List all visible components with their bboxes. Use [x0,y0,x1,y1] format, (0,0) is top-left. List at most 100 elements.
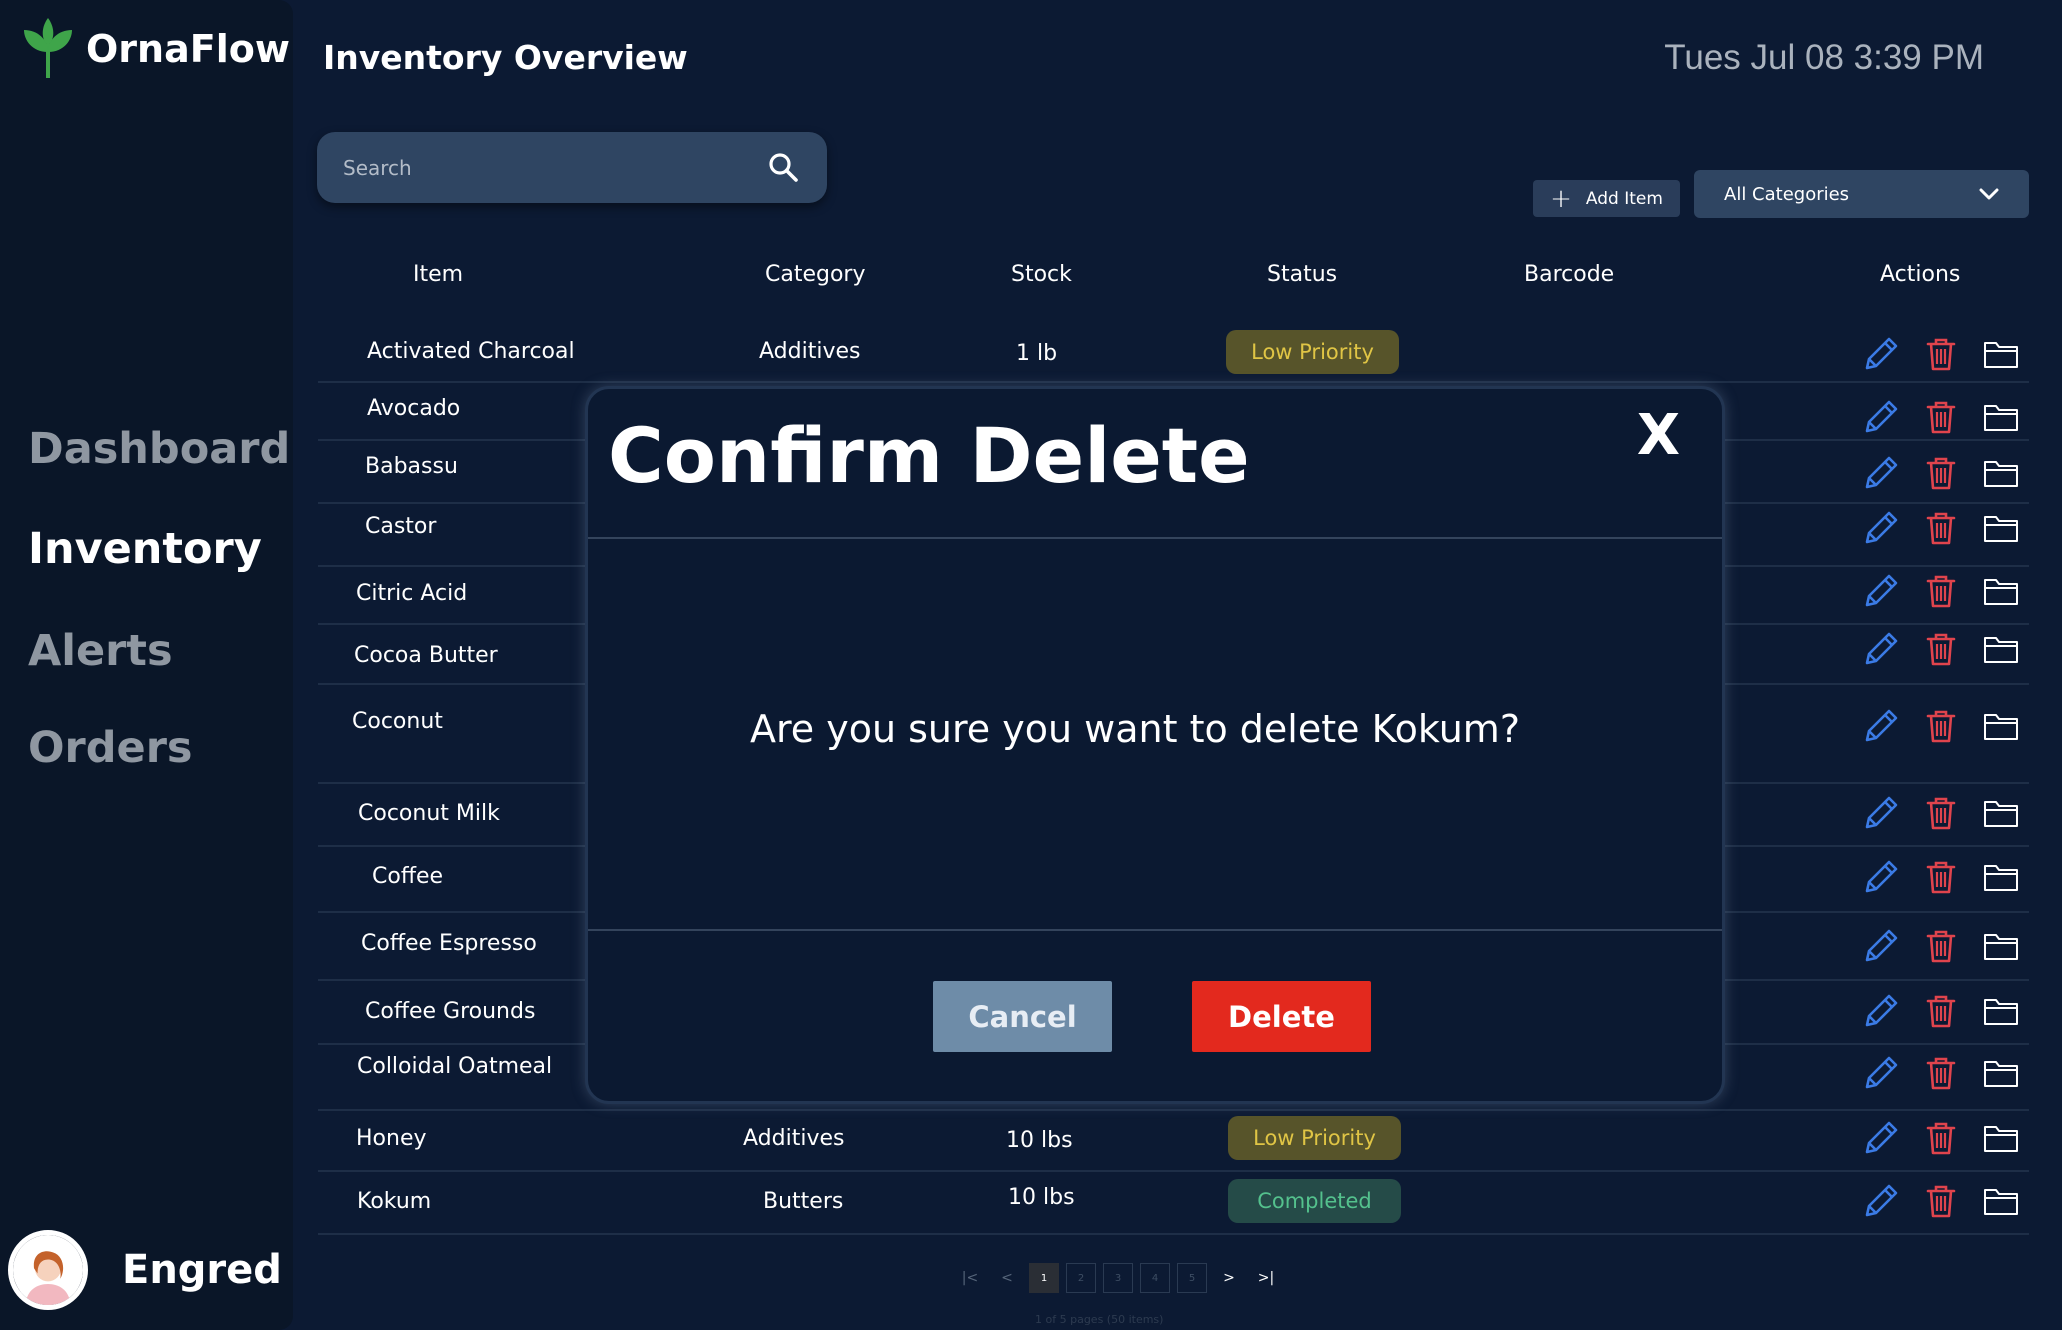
pencil-icon[interactable] [1861,397,1901,437]
user-profile[interactable]: Engred [8,1230,282,1310]
item-name: Citric Acid [356,581,468,606]
pencil-icon[interactable] [1861,1053,1901,1093]
page-button-1[interactable]: 1 [1029,1263,1059,1293]
trash-icon[interactable] [1921,1053,1961,1093]
close-icon[interactable]: X [1637,403,1680,468]
search-bar [317,132,827,203]
trash-icon[interactable] [1921,1181,1961,1221]
pencil-icon[interactable] [1861,334,1901,374]
plus-icon: + [1550,183,1572,214]
pencil-icon[interactable] [1861,706,1901,746]
add-item-button[interactable]: + Add Item [1533,180,1680,217]
page-title: Inventory Overview [323,38,688,77]
column-header-item: Item [413,262,464,287]
user-name: Engred [122,1247,282,1293]
folder-icon[interactable] [1981,571,2021,611]
first-page-button[interactable]: |< [955,1270,985,1286]
add-item-label: Add Item [1585,188,1663,209]
status-badge: Low Priority [1228,1116,1401,1160]
delete-button[interactable]: Delete [1192,981,1371,1052]
category-select[interactable]: All Categories [1694,170,2029,218]
page-button-3[interactable]: 3 [1103,1263,1133,1293]
item-name: Babassu [365,454,458,479]
pencil-icon[interactable] [1861,571,1901,611]
pencil-icon[interactable] [1861,629,1901,669]
category-select-value: All Categories [1724,183,1850,205]
item-name: Coffee Espresso [361,931,537,956]
next-page-button[interactable]: > [1214,1270,1244,1286]
pencil-icon[interactable] [1861,991,1901,1031]
page-button-2[interactable]: 2 [1066,1263,1096,1293]
folder-icon[interactable] [1981,793,2021,833]
folder-icon[interactable] [1981,1181,2021,1221]
pencil-icon[interactable] [1861,508,1901,548]
chevron-down-icon [1979,188,1999,200]
item-stock: 10 lbs [1006,1128,1073,1153]
search-input[interactable] [343,155,767,180]
leaf-logo-icon [24,18,72,78]
nav-orders[interactable]: Orders [28,723,193,773]
pencil-icon[interactable] [1861,857,1901,897]
modal-message: Are you sure you want to delete Kokum? [749,707,1520,751]
user-avatar-icon [13,1235,83,1305]
table-row[interactable]: Kokum Butters 10 lbs Completed [318,1172,2029,1235]
pencil-icon[interactable] [1861,793,1901,833]
pencil-icon[interactable] [1861,453,1901,493]
folder-icon[interactable] [1981,397,2021,437]
page-button-5[interactable]: 5 [1177,1263,1207,1293]
last-page-button[interactable]: >| [1251,1270,1281,1286]
page-button-4[interactable]: 4 [1140,1263,1170,1293]
trash-icon[interactable] [1921,991,1961,1031]
modal-title: Confirm Delete [608,411,1250,500]
trash-icon[interactable] [1921,629,1961,669]
folder-icon[interactable] [1981,857,2021,897]
column-header-category: Category [765,262,866,287]
folder-icon[interactable] [1981,1053,2021,1093]
trash-icon[interactable] [1921,453,1961,493]
item-name: Castor [365,514,437,539]
item-stock: 10 lbs [1008,1185,1075,1210]
item-name: Coconut [352,709,443,734]
pencil-icon[interactable] [1861,1118,1901,1158]
folder-icon[interactable] [1981,926,2021,966]
nav-dashboard[interactable]: Dashboard [28,424,290,474]
item-name: Cocoa Butter [354,643,498,668]
folder-icon[interactable] [1981,706,2021,746]
column-header-actions: Actions [1880,262,1961,287]
table-row[interactable]: Activated Charcoal Additives 1 lb Low Pr… [318,322,2029,383]
item-category: Additives [743,1126,845,1151]
item-name: Honey [356,1126,427,1151]
trash-icon[interactable] [1921,1118,1961,1158]
folder-icon[interactable] [1981,629,2021,669]
trash-icon[interactable] [1921,571,1961,611]
trash-icon[interactable] [1921,926,1961,966]
item-category: Additives [759,339,861,364]
app-logo[interactable]: OrnaFlow [22,18,290,80]
item-name: Colloidal Oatmeal [357,1054,553,1079]
modal-divider [588,537,1722,539]
pencil-icon[interactable] [1861,1181,1901,1221]
nav-alerts[interactable]: Alerts [28,626,173,676]
folder-icon[interactable] [1981,453,2021,493]
trash-icon[interactable] [1921,857,1961,897]
cancel-button[interactable]: Cancel [933,981,1112,1052]
nav-inventory[interactable]: Inventory [28,524,262,574]
status-badge: Completed [1228,1179,1401,1223]
column-header-barcode: Barcode [1524,262,1615,287]
prev-page-button[interactable]: < [992,1270,1022,1286]
avatar[interactable] [8,1230,88,1310]
table-row[interactable]: Honey Additives 10 lbs Low Priority [318,1111,2029,1172]
trash-icon[interactable] [1921,793,1961,833]
trash-icon[interactable] [1921,706,1961,746]
folder-icon[interactable] [1981,508,2021,548]
trash-icon[interactable] [1921,334,1961,374]
folder-icon[interactable] [1981,991,2021,1031]
trash-icon[interactable] [1921,397,1961,437]
folder-icon[interactable] [1981,334,2021,374]
trash-icon[interactable] [1921,508,1961,548]
folder-icon[interactable] [1981,1118,2021,1158]
item-name: Coffee [372,864,444,889]
pagination: |< < 1 2 3 4 5 > >| [955,1263,1281,1293]
search-icon[interactable] [767,151,801,185]
pencil-icon[interactable] [1861,926,1901,966]
